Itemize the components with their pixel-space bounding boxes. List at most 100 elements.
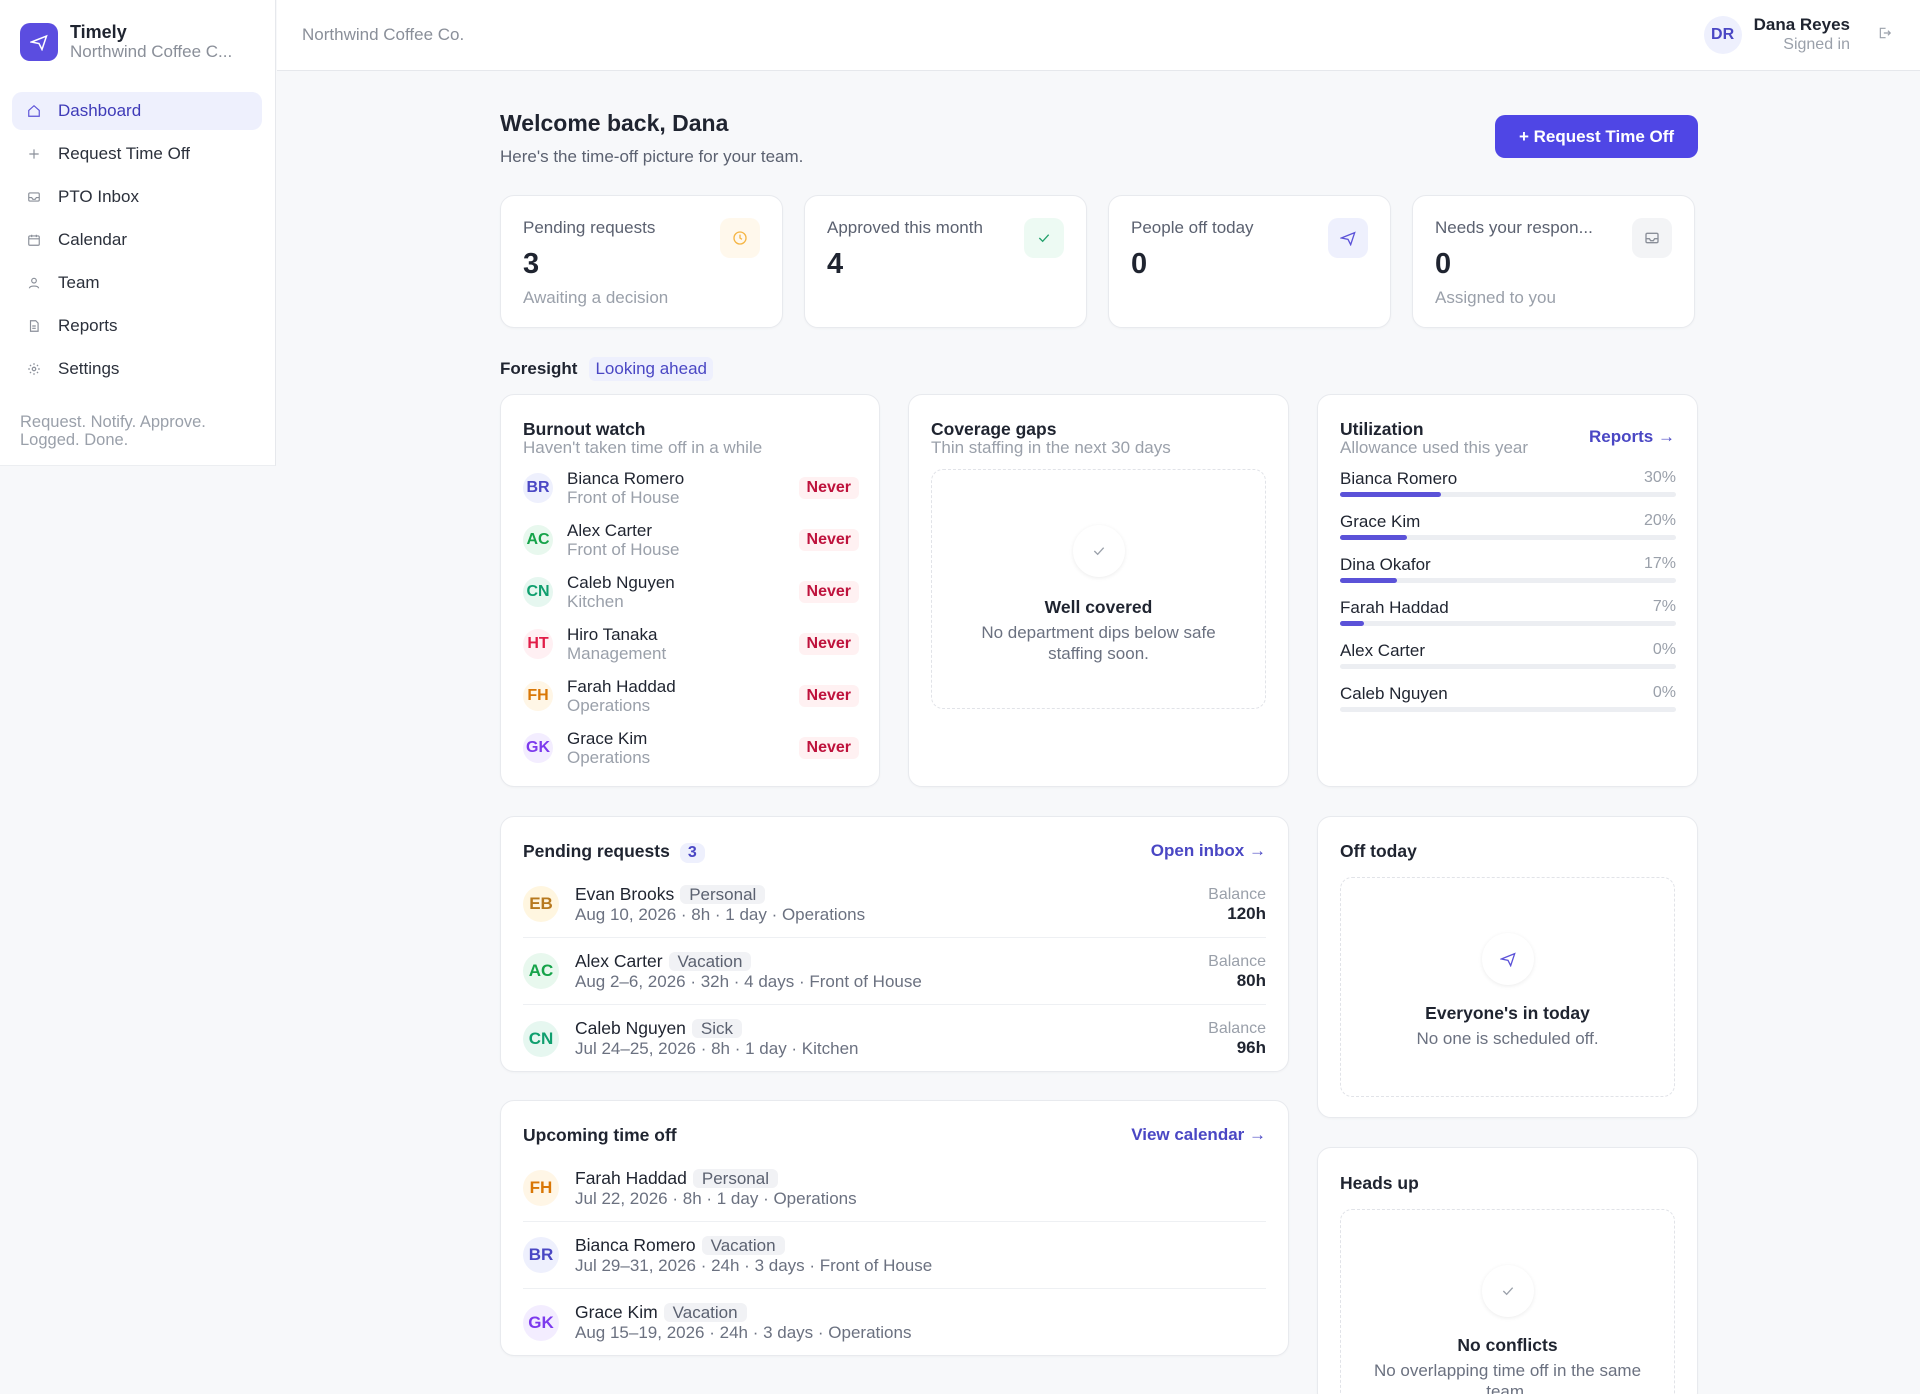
sidebar-item-dashboard[interactable]: Dashboard — [12, 92, 262, 130]
view-calendar-link[interactable]: View calendar → — [1131, 1125, 1266, 1145]
list-item[interactable]: BR Bianca Romero Vacation Jul 29–31, 2026… — [523, 1222, 1266, 1289]
empty-subtitle: No overlapping time off in the same team… — [1373, 1361, 1642, 1394]
calendar-icon — [26, 232, 42, 248]
progress-fill — [1340, 492, 1441, 497]
person-name: Bianca Romero — [1340, 469, 1458, 488]
progress-track — [1340, 578, 1676, 583]
upcoming-time-off-card: Upcoming time off View calendar → FH Far… — [500, 1100, 1289, 1356]
tagline: Request. Notify. Approve. Logged. Done. — [20, 413, 206, 449]
sidebar: Timely Northwind Coffee C... Dashboard R… — [0, 0, 276, 466]
user-icon — [26, 275, 42, 291]
sidebar-item-label: PTO Inbox — [58, 187, 139, 206]
sidebar-item-label: Calendar — [58, 230, 127, 249]
check-icon — [1072, 525, 1125, 577]
leave-type-badge: Personal — [692, 1168, 778, 1188]
request-meta: Aug 2–6, 2026 · 32h · 4 days · Front of … — [575, 971, 922, 991]
brand[interactable]: Timely Northwind Coffee C... — [20, 22, 232, 62]
avatar: FH — [523, 1170, 559, 1206]
user-menu[interactable]: DR Dana Reyes Signed in — [1703, 15, 1892, 55]
card-subtitle: Allowance used this year — [1340, 438, 1529, 457]
plane-icon — [1481, 933, 1534, 985]
app-name: Timely — [70, 22, 127, 42]
list-item: Dina Okafor 17% — [1340, 555, 1676, 595]
person-name: Farah Haddad — [567, 677, 676, 696]
looking-ahead-badge: Looking ahead — [589, 357, 713, 381]
org-title: Northwind Coffee Co. — [302, 25, 465, 44]
balance-label: Balance — [1208, 886, 1266, 903]
person-dept: Management — [567, 644, 667, 663]
table-row[interactable]: CN Caleb Nguyen Sick Jul 24–25, 2026 · 8h… — [523, 1005, 1266, 1072]
leave-type-badge: Personal — [680, 884, 766, 904]
person-name: Farah Haddad — [1340, 598, 1449, 617]
list-item: Caleb Nguyen 0% — [1340, 684, 1676, 724]
list-item: Grace Kim 20% — [1340, 512, 1676, 552]
person-name: Alex Carter — [1340, 641, 1426, 660]
sidebar-item-calendar[interactable]: Calendar — [12, 221, 262, 259]
stat-label: Needs your respon... — [1435, 218, 1593, 237]
utilization-percent: 0% — [1652, 684, 1676, 701]
card-title: Coverage gaps — [931, 419, 1057, 439]
stat-card-needs-response[interactable]: Needs your respon... 0 Assigned to you — [1412, 195, 1695, 328]
person-name: Bianca Romero — [567, 469, 685, 488]
balance-value: 80h — [1236, 971, 1266, 990]
request-meta: Jul 24–25, 2026 · 8h · 1 day · Kitchen — [575, 1039, 859, 1058]
progress-track — [1340, 492, 1676, 497]
table-row[interactable]: AC Alex Carter Vacation Aug 2–6, 2026 · 3… — [523, 938, 1266, 1005]
document-icon — [26, 318, 42, 334]
list-item[interactable]: GK Grace Kim Operations Never — [523, 726, 859, 770]
stat-value: 0 — [1131, 248, 1148, 280]
card-title: Utilization — [1340, 419, 1424, 439]
avatar: BR — [523, 1237, 559, 1273]
count-badge: 3 — [679, 843, 705, 863]
stat-card-approved[interactable]: Approved this month 4 — [804, 195, 1087, 328]
gear-icon — [26, 361, 42, 377]
person-name: Caleb Nguyen — [567, 573, 675, 592]
sidebar-item-request-time-off[interactable]: Request Time Off — [12, 135, 262, 173]
inbox-icon — [26, 189, 42, 205]
sidebar-item-settings[interactable]: Settings — [12, 350, 262, 388]
person-name: Caleb Nguyen — [575, 1018, 686, 1038]
list-item[interactable]: GK Grace Kim Vacation Aug 15–19, 2026 · 2… — [523, 1289, 1266, 1356]
list-item[interactable]: BR Bianca Romero Front of House Never — [523, 466, 859, 510]
leave-type-badge: Vacation — [701, 1235, 785, 1255]
avatar: CN — [523, 577, 553, 607]
sidebar-item-pto-inbox[interactable]: PTO Inbox — [12, 178, 262, 216]
list-item[interactable]: FH Farah Haddad Personal Jul 22, 2026 · 8… — [523, 1155, 1266, 1222]
sign-out-icon[interactable] — [1878, 26, 1892, 45]
sidebar-item-label: Settings — [58, 359, 120, 378]
plus-icon — [26, 146, 42, 162]
person-dept: Operations — [567, 748, 651, 767]
empty-title: Everyone's in today — [1425, 1003, 1590, 1023]
stat-card-pending[interactable]: Pending requests 3 Awaiting a decision — [500, 195, 783, 328]
list-item[interactable]: FH Farah Haddad Operations Never — [523, 674, 859, 718]
sidebar-item-reports[interactable]: Reports — [12, 307, 262, 345]
progress-track — [1340, 535, 1676, 540]
logo-plane-icon — [20, 23, 58, 61]
reports-link[interactable]: Reports → — [1589, 427, 1675, 447]
person-name: Farah Haddad — [575, 1167, 687, 1188]
card-title: Upcoming time off — [523, 1125, 677, 1145]
list-item[interactable]: HT Hiro Tanaka Management Never — [523, 622, 859, 666]
check-icon — [1481, 1265, 1534, 1317]
sidebar-item-team[interactable]: Team — [12, 264, 262, 302]
org-name: Northwind Coffee C... — [70, 42, 233, 61]
list-item[interactable]: CN Caleb Nguyen Kitchen Never — [523, 570, 859, 614]
person-dept: Front of House — [567, 540, 680, 559]
user-name: Dana Reyes — [1753, 15, 1850, 34]
leave-type-badge: Vacation — [668, 951, 752, 971]
plane-icon — [1328, 218, 1368, 258]
sidebar-item-label: Request Time Off — [58, 144, 190, 163]
burnout-watch-card: Burnout watch Haven't taken time off in … — [500, 394, 880, 787]
stat-label: Pending requests — [523, 218, 656, 237]
progress-fill — [1340, 578, 1398, 583]
stat-card-off-today[interactable]: People off today 0 — [1108, 195, 1391, 328]
status-badge: Never — [798, 633, 859, 655]
request-time-off-button[interactable]: + Request Time Off — [1495, 115, 1698, 158]
open-inbox-link[interactable]: Open inbox → — [1151, 841, 1266, 861]
list-item[interactable]: AC Alex Carter Front of House Never — [523, 518, 859, 562]
person-name: Grace Kim — [575, 1302, 658, 1322]
utilization-percent: 17% — [1643, 555, 1676, 572]
list-item: Bianca Romero 30% — [1340, 469, 1676, 509]
utilization-percent: 30% — [1643, 469, 1676, 486]
table-row[interactable]: EB Evan Brooks Personal Aug 10, 2026 · 8h… — [523, 871, 1266, 938]
